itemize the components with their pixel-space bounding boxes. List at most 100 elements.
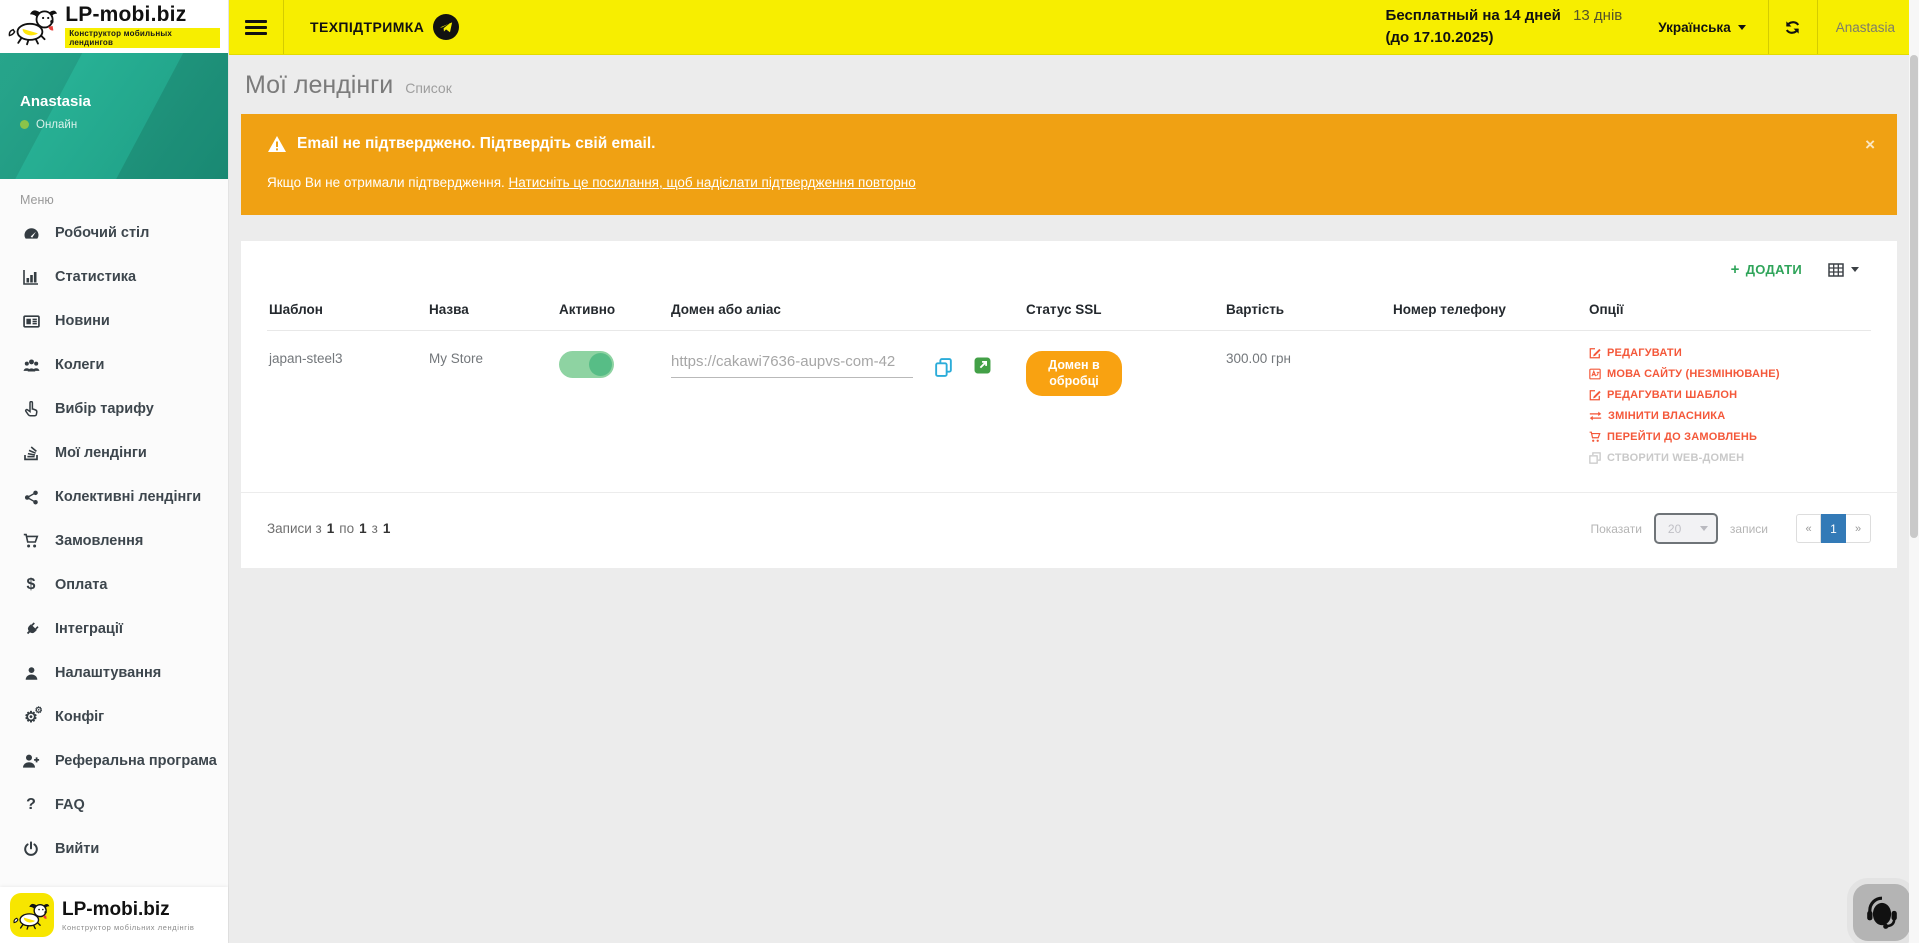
sidebar-item-config[interactable]: ⚙⚙ Конфіг [0, 695, 228, 739]
trial-until-date: (до 17.10.2025) [1386, 29, 1494, 46]
plug-icon [22, 622, 40, 637]
option-change-owner-link[interactable]: ЗМІНИТИ ВЛАСНИКА [1589, 410, 1863, 422]
cell-name: My Store [427, 331, 557, 491]
prev-page-button[interactable]: « [1796, 514, 1821, 543]
logo-subtitle: Конструктор мобильных лендингов [65, 28, 220, 48]
clone-icon [1589, 452, 1601, 464]
external-link-icon [974, 357, 991, 374]
show-label: Показати [1590, 522, 1641, 536]
sidebar-menu: Меню Робочий стіл Статистика Новини Коле… [0, 179, 228, 871]
col-header-template: Шаблон [267, 290, 427, 331]
sidebar-item-referral[interactable]: Реферальна програма [0, 739, 228, 783]
trial-days-left: 13 днів [1573, 7, 1622, 24]
copy-domain-button[interactable] [933, 357, 954, 378]
language-selector[interactable]: Українська [1636, 0, 1767, 54]
trial-plan-name: Бесплатный на 14 дней [1386, 7, 1561, 24]
hamburger-icon [245, 17, 267, 38]
page-scrollbar[interactable] [1909, 0, 1919, 943]
active-toggle[interactable] [559, 351, 614, 378]
share-icon [22, 490, 40, 505]
alert-close-button[interactable]: × [1865, 136, 1875, 153]
page-subtitle: Список [405, 80, 452, 96]
main-content: Мої лендінги Список Email не підтверджен… [229, 55, 1919, 943]
sidebar-item-settings[interactable]: Налаштування [0, 651, 228, 695]
col-header-phone: Номер телефону [1391, 290, 1587, 331]
trial-plan-info: Бесплатный на 14 дней 13 днів (до 17.10.… [1386, 0, 1637, 54]
records-label: записи [1730, 522, 1768, 536]
sidebar-item-payment[interactable]: $ Оплата [0, 563, 228, 607]
gears-icon: ⚙⚙ [22, 710, 40, 725]
newspaper-icon [22, 313, 40, 330]
dollar-icon: $ [22, 577, 40, 593]
tech-support-link[interactable]: ТЕХПІДТРИМКА [284, 0, 485, 54]
edit-icon [1589, 347, 1601, 359]
landings-stack-icon [22, 445, 40, 461]
support-chat-button[interactable] [1853, 884, 1910, 941]
sidebar-item-collective-landings[interactable]: Колективні лендінги [0, 475, 228, 519]
sidebar-user-name: Anastasia [20, 93, 228, 110]
footer-logo-title: LP-mobi.biz [62, 899, 194, 921]
language-icon [1589, 368, 1601, 380]
sidebar: LP-mobi.biz Конструктор мобильных лендин… [0, 0, 229, 943]
sidebar-item-dashboard[interactable]: Робочий стіл [0, 211, 228, 255]
refresh-button[interactable] [1769, 0, 1817, 54]
col-header-name: Назва [427, 290, 557, 331]
online-status-dot [20, 120, 29, 129]
chevron-down-icon [1851, 267, 1859, 272]
refresh-icon [1784, 19, 1801, 36]
pagination: « 1 » [1796, 514, 1871, 543]
page-size-select[interactable]: 20 [1654, 513, 1718, 544]
headset-icon [1864, 895, 1900, 931]
resend-confirmation-link[interactable]: Натисніть це посилання, щоб надіслати пі… [509, 175, 916, 190]
add-landing-button[interactable]: + ДОДАТИ [1731, 261, 1802, 278]
sidebar-item-integrations[interactable]: Інтеграції [0, 607, 228, 651]
next-page-button[interactable]: » [1846, 514, 1871, 543]
page-title: Мої лендінги [245, 71, 393, 100]
column-settings-dropdown[interactable] [1828, 262, 1859, 278]
cell-phone [1391, 331, 1587, 491]
edit-icon [1589, 389, 1601, 401]
table-row: japan-steel3 My Store [267, 331, 1871, 491]
option-edit-link[interactable]: РЕДАГУВАТИ [1589, 347, 1863, 359]
option-create-web-domain-link[interactable]: СТВОРИТИ WEB-ДОМЕН [1589, 452, 1863, 464]
row-options: РЕДАГУВАТИ МОВА САЙТУ (НЕЗМІНЮВАНЕ) РЕДА… [1589, 347, 1863, 464]
sidebar-footer-logo[interactable]: LP-mobi.biz Конструктор мобільних лендін… [0, 887, 228, 943]
sidebar-item-statistics[interactable]: Статистика [0, 255, 228, 299]
scrollbar-thumb[interactable] [1910, 55, 1918, 538]
table-footer: Записи з1 по1 з1 Показати 20 записи « 1 … [241, 492, 1897, 568]
user-plus-icon [22, 753, 40, 769]
option-edit-template-link[interactable]: РЕДАГУВАТИ ШАБЛОН [1589, 389, 1863, 401]
col-header-price: Вартість [1224, 290, 1391, 331]
sidebar-item-colleagues[interactable]: Колеги [0, 343, 228, 387]
option-site-language-link[interactable]: МОВА САЙТУ (НЕЗМІНЮВАНЕ) [1589, 368, 1863, 380]
sidebar-item-my-landings[interactable]: Мої лендінги [0, 431, 228, 475]
sidebar-user-panel: Anastasia Онлайн [0, 53, 228, 179]
col-header-active: Активно [557, 290, 669, 331]
copy-icon [933, 357, 954, 378]
app-logo[interactable]: LP-mobi.biz Конструктор мобильных лендин… [0, 0, 228, 53]
sidebar-toggle-button[interactable] [229, 0, 283, 54]
exchange-icon [1589, 411, 1602, 421]
alert-title-text: Email не підтверджено. Підтвердіть свій … [297, 135, 655, 153]
landings-table: Шаблон Назва Активно Домен або аліас Ста… [267, 290, 1871, 490]
telegram-icon [433, 14, 459, 40]
warning-icon [267, 135, 287, 153]
sidebar-item-orders[interactable]: Замовлення [0, 519, 228, 563]
menu-section-label: Меню [0, 187, 228, 211]
landings-card: + ДОДАТИ Шаблон Назва Активно [241, 241, 1897, 568]
page-1-button[interactable]: 1 [1821, 514, 1846, 543]
logo-title: LP-mobi.biz [65, 3, 220, 27]
sidebar-item-logout[interactable]: Вийти [0, 827, 228, 871]
sidebar-item-faq[interactable]: ? FAQ [0, 783, 228, 827]
domain-input[interactable] [671, 351, 913, 378]
topbar-username[interactable]: Anastasia [1818, 0, 1919, 54]
sidebar-item-tariff[interactable]: Вибір тарифу [0, 387, 228, 431]
ssl-status-badge: Домен в обробці [1026, 351, 1122, 396]
open-domain-button[interactable] [974, 357, 991, 374]
sidebar-item-news[interactable]: Новини [0, 299, 228, 343]
records-info: Записи з1 по1 з1 [267, 521, 390, 536]
dog-mascot-icon [13, 901, 51, 930]
question-icon: ? [22, 797, 40, 813]
option-go-to-orders-link[interactable]: ПЕРЕЙТИ ДО ЗАМОВЛЕНЬ [1589, 431, 1863, 443]
chevron-down-icon [1738, 25, 1746, 30]
